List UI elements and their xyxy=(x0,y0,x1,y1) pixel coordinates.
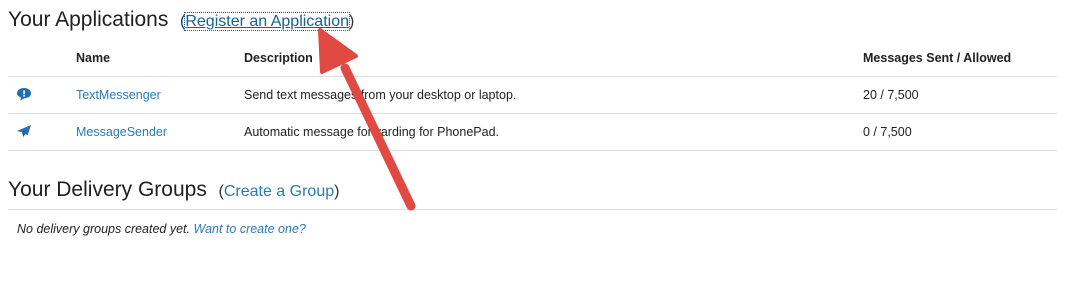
section-divider xyxy=(8,209,1057,210)
applications-heading: Your Applications (Register an Applicati… xyxy=(8,8,354,32)
register-application-link[interactable]: Register an Application xyxy=(184,12,350,31)
icon-column-header xyxy=(8,40,76,77)
table-row: TextMessenger Send text messages from yo… xyxy=(8,76,1057,114)
description-column-header: Description xyxy=(244,40,863,77)
app-description: Send text messages from your desktop or … xyxy=(244,76,863,114)
table-header-row: Name Description Messages Sent / Allowed xyxy=(8,40,1057,77)
app-description: Automatic message forwarding for PhonePa… xyxy=(244,113,863,151)
want-to-create-link[interactable]: Want to create one? xyxy=(194,222,306,236)
app-name-cell: TextMessenger xyxy=(76,76,244,114)
name-column-header: Name xyxy=(76,40,244,77)
app-name-link[interactable]: TextMessenger xyxy=(76,88,161,102)
app-name-cell: MessageSender xyxy=(76,113,244,151)
app-name-link[interactable]: MessageSender xyxy=(76,125,167,139)
close-paren: ) xyxy=(349,13,355,30)
applications-table: Name Description Messages Sent / Allowed… xyxy=(8,40,1057,151)
table-row: MessageSender Automatic message forwardi… xyxy=(8,113,1057,151)
chat-bubble-icon xyxy=(17,87,31,101)
create-group-link[interactable]: Create a Group xyxy=(224,183,334,200)
applications-title: Your Applications xyxy=(8,8,169,31)
no-groups-text: No delivery groups created yet. xyxy=(17,222,191,236)
delivery-groups-heading: Your Delivery Groups (Create a Group) xyxy=(8,178,339,202)
close-paren: ) xyxy=(334,183,340,200)
messages-column-header: Messages Sent / Allowed xyxy=(863,40,1057,77)
app-messages-count: 0 / 7,500 xyxy=(863,113,1057,151)
app-messages-count: 20 / 7,500 xyxy=(863,76,1057,114)
paper-plane-icon xyxy=(17,124,31,137)
app-icon-cell xyxy=(8,76,76,114)
no-groups-message: No delivery groups created yet. Want to … xyxy=(17,222,306,236)
app-icon-cell xyxy=(8,113,76,151)
delivery-groups-title: Your Delivery Groups xyxy=(8,178,207,201)
